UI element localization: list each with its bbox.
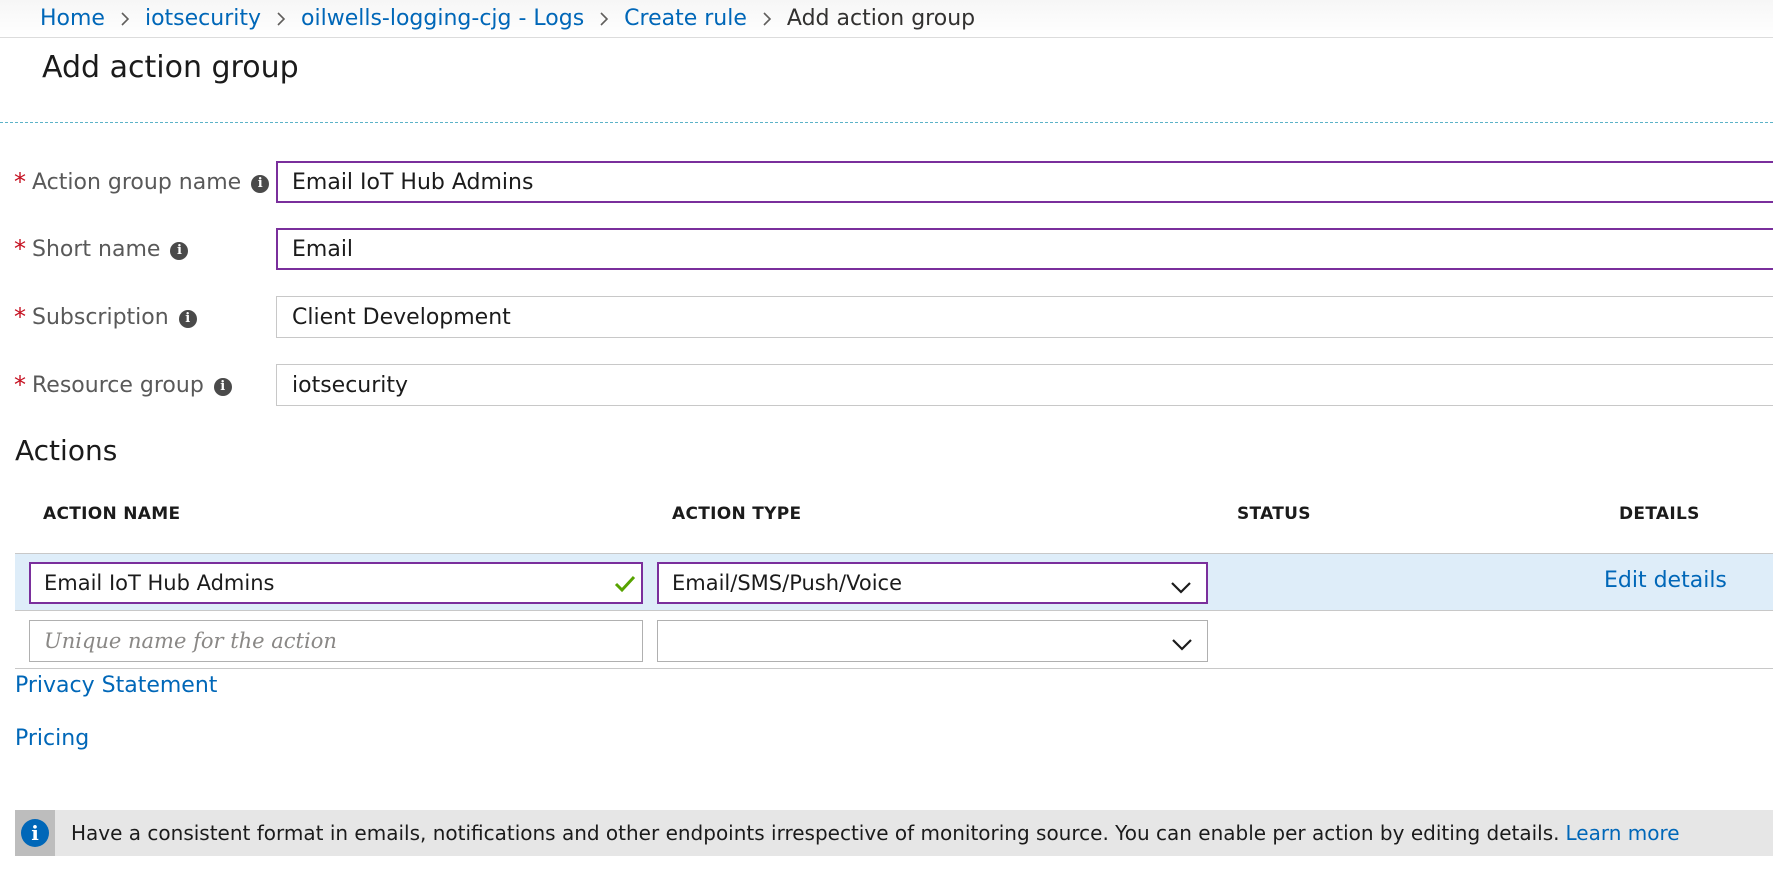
chevron-down-icon bbox=[1171, 633, 1193, 657]
short-name-value: Email bbox=[292, 236, 354, 262]
action-group-name-row: * Action group name i Email IoT Hub Admi… bbox=[0, 161, 1773, 203]
info-icon[interactable]: i bbox=[251, 175, 270, 193]
breadcrumb-create-rule[interactable]: Create rule bbox=[624, 6, 747, 31]
short-name-label: * Short name i bbox=[14, 228, 189, 270]
required-marker: * bbox=[14, 168, 26, 196]
column-header-action-name: ACTION NAME bbox=[43, 504, 181, 524]
privacy-statement-link[interactable]: Privacy Statement bbox=[15, 673, 217, 698]
action-type-select[interactable]: Email/SMS/Push/Voice bbox=[657, 562, 1208, 604]
breadcrumb: Home iotsecurity oilwells-logging-cjg - … bbox=[0, 0, 1773, 38]
edit-details-link[interactable]: Edit details bbox=[1604, 568, 1727, 593]
chevron-down-icon bbox=[1170, 576, 1192, 600]
action-group-name-value: Email IoT Hub Admins bbox=[292, 169, 534, 195]
subscription-label: * Subscription i bbox=[14, 296, 197, 338]
chevron-right-icon bbox=[105, 6, 145, 31]
action-name-input[interactable]: Email IoT Hub Admins bbox=[29, 562, 643, 604]
short-name-input[interactable]: Email bbox=[276, 228, 1773, 270]
resource-group-row: * Resource group i iotsecurity bbox=[0, 364, 1773, 406]
actions-heading: Actions bbox=[15, 434, 118, 467]
info-icon: i bbox=[21, 819, 49, 847]
breadcrumb-home[interactable]: Home bbox=[40, 6, 105, 31]
short-name-row: * Short name i Email bbox=[0, 228, 1773, 270]
subscription-row: * Subscription i Client Development bbox=[0, 296, 1773, 338]
info-icon[interactable]: i bbox=[213, 378, 232, 396]
page-title: Add action group bbox=[42, 50, 299, 85]
column-header-status: STATUS bbox=[1237, 504, 1311, 524]
chevron-right-icon bbox=[747, 6, 787, 31]
column-header-action-type: ACTION TYPE bbox=[672, 504, 802, 524]
action-group-name-label-text: Action group name bbox=[32, 169, 242, 195]
action-group-name-input[interactable]: Email IoT Hub Admins bbox=[276, 161, 1773, 203]
pricing-link[interactable]: Pricing bbox=[15, 726, 89, 751]
action-name-value: Email IoT Hub Admins bbox=[44, 571, 275, 595]
required-marker: * bbox=[14, 371, 26, 399]
table-row[interactable]: Email IoT Hub Admins Email/SMS/Push/Voic… bbox=[15, 554, 1773, 611]
banner-text: Have a consistent format in emails, noti… bbox=[71, 821, 1680, 845]
resource-group-field[interactable]: iotsecurity bbox=[276, 364, 1773, 406]
action-type-value: Email/SMS/Push/Voice bbox=[672, 571, 903, 595]
info-banner: i Have a consistent format in emails, no… bbox=[15, 810, 1773, 856]
subscription-label-text: Subscription bbox=[32, 304, 169, 330]
info-icon[interactable]: i bbox=[170, 242, 189, 260]
breadcrumb-current: Add action group bbox=[786, 6, 976, 31]
resource-group-value: iotsecurity bbox=[292, 372, 409, 398]
chevron-right-icon bbox=[584, 6, 624, 31]
column-header-details: DETAILS bbox=[1619, 504, 1700, 524]
breadcrumb-iotsecurity[interactable]: iotsecurity bbox=[145, 6, 261, 31]
subscription-field[interactable]: Client Development bbox=[276, 296, 1773, 338]
title-divider bbox=[0, 122, 1773, 123]
new-action-name-placeholder: Unique name for the action bbox=[44, 629, 337, 653]
chevron-right-icon bbox=[261, 6, 301, 31]
checkmark-icon bbox=[613, 573, 637, 600]
required-marker: * bbox=[14, 303, 26, 331]
new-action-type-select[interactable] bbox=[657, 620, 1208, 662]
table-row-new: Unique name for the action bbox=[15, 611, 1773, 669]
banner-icon-container: i bbox=[15, 810, 55, 856]
required-marker: * bbox=[14, 235, 26, 263]
breadcrumb-logs[interactable]: oilwells-logging-cjg - Logs bbox=[301, 6, 584, 31]
subscription-value: Client Development bbox=[292, 304, 511, 330]
short-name-label-text: Short name bbox=[32, 236, 161, 262]
learn-more-link[interactable]: Learn more bbox=[1566, 821, 1680, 845]
action-group-name-label: * Action group name i bbox=[14, 161, 270, 203]
resource-group-label: * Resource group i bbox=[14, 364, 232, 406]
new-action-name-input[interactable]: Unique name for the action bbox=[29, 620, 643, 662]
info-icon[interactable]: i bbox=[178, 310, 197, 328]
banner-message: Have a consistent format in emails, noti… bbox=[71, 821, 1560, 845]
resource-group-label-text: Resource group bbox=[32, 372, 204, 398]
